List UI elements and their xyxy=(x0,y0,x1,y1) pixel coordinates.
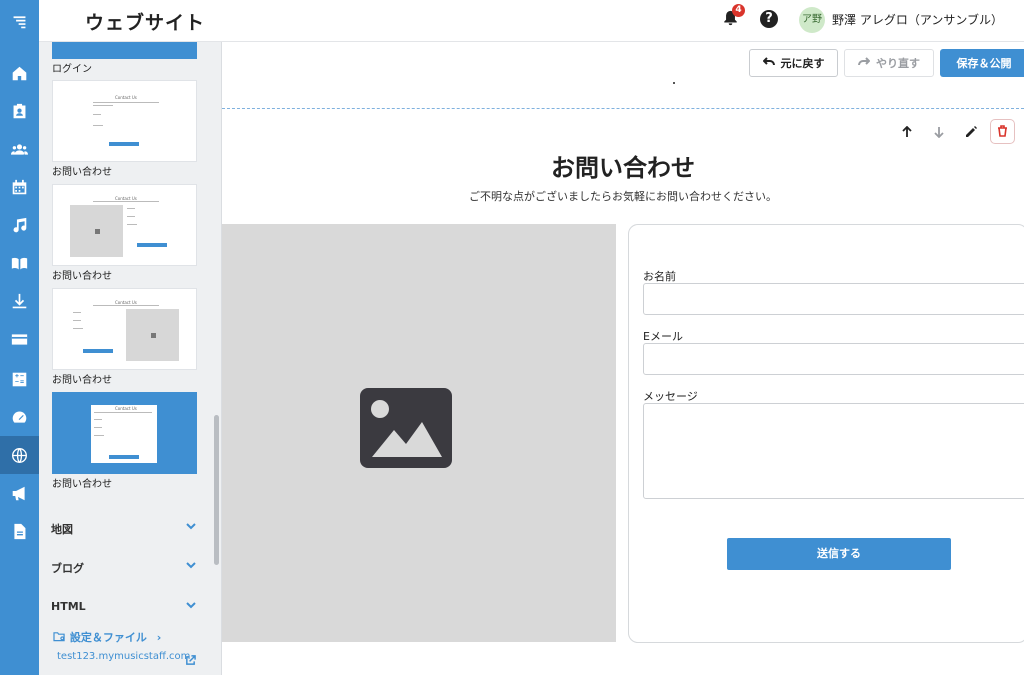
editor-canvas: 元に戻す やり直す 保存＆公開 お問い合わせ ご不明な点がございましたらお気軽に… xyxy=(222,42,1024,675)
home-icon[interactable] xyxy=(0,54,39,92)
category-html[interactable]: HTML xyxy=(51,600,197,613)
people-icon[interactable] xyxy=(0,130,39,168)
site-url-link[interactable]: test123.mymusicstaff.com xyxy=(57,651,190,662)
thumb-title: Contact Us xyxy=(115,95,137,100)
block-thumbnail-contact-2[interactable]: Contact Us xyxy=(52,184,197,266)
save-publish-button[interactable]: 保存＆公開 xyxy=(940,49,1024,77)
logo-icon[interactable] xyxy=(0,2,39,40)
globe-icon[interactable] xyxy=(0,436,39,474)
redo-label: やり直す xyxy=(876,57,920,70)
icon-rail xyxy=(0,0,39,675)
undo-label: 元に戻す xyxy=(780,57,825,70)
megaphone-icon[interactable] xyxy=(0,474,39,512)
folder-settings-icon xyxy=(53,631,66,644)
category-blog[interactable]: ブログ xyxy=(51,560,197,576)
credit-card-icon[interactable] xyxy=(0,320,39,358)
redo-button[interactable]: やり直す xyxy=(844,49,934,77)
external-link-icon[interactable] xyxy=(185,651,196,665)
thumb-title: Contact Us xyxy=(115,406,137,411)
pencil-icon xyxy=(965,123,977,142)
message-label: メッセージ xyxy=(643,390,698,403)
block-thumbnail-contact-3[interactable]: Contact Us xyxy=(52,288,197,370)
undo-icon xyxy=(762,56,775,70)
trash-icon xyxy=(997,122,1008,141)
email-label: Eメール xyxy=(643,330,683,343)
help-icon[interactable]: ? xyxy=(760,10,778,28)
calculator-icon[interactable] xyxy=(0,360,39,398)
cursor-dot xyxy=(673,82,675,84)
block-thumbnail-login[interactable] xyxy=(52,42,197,59)
undo-button[interactable]: 元に戻す xyxy=(749,49,838,77)
category-label: ブログ xyxy=(51,562,84,575)
category-map[interactable]: 地図 xyxy=(51,521,197,537)
move-up-button[interactable] xyxy=(898,123,916,141)
move-down-button[interactable] xyxy=(930,123,948,141)
block-thumbnail-contact-4[interactable]: Contact Us xyxy=(52,392,197,474)
top-bar: ウェブサイト 4 ? ア野 野澤 アレグロ（アンサンブル） xyxy=(39,0,1024,42)
block-label-login: ログイン xyxy=(52,64,92,75)
block-label-contact-3: お問い合わせ xyxy=(52,375,112,386)
name-field[interactable] xyxy=(643,283,1024,315)
section-heading[interactable]: お問い合わせ xyxy=(222,148,1024,183)
arrow-down-icon xyxy=(933,123,945,142)
image-placeholder[interactable] xyxy=(222,224,616,642)
notifications-button[interactable]: 4 xyxy=(723,4,745,30)
page-title: ウェブサイト xyxy=(85,12,206,34)
block-label-contact-4: お問い合わせ xyxy=(52,479,112,490)
document-icon[interactable] xyxy=(0,512,39,550)
edit-button[interactable] xyxy=(962,123,980,141)
book-icon[interactable] xyxy=(0,244,39,282)
message-field[interactable] xyxy=(643,403,1024,499)
music-note-icon[interactable] xyxy=(0,206,39,244)
chevron-down-icon xyxy=(185,520,197,532)
chevron-down-icon xyxy=(185,599,197,611)
chevron-right-icon: › xyxy=(156,631,162,644)
name-label: お名前 xyxy=(643,270,676,283)
section-subheading[interactable]: ご不明な点がございましたらお気軽にお問い合わせください。 xyxy=(222,188,1024,204)
block-sidebar: ログイン Contact Us お問い合わせ Contact Us お問い合わせ… xyxy=(39,42,222,675)
delete-section-button[interactable] xyxy=(990,119,1015,144)
settings-files-link[interactable]: 設定＆ファイル › xyxy=(53,629,161,645)
contact-card-icon[interactable] xyxy=(0,92,39,130)
app-root: ウェブサイト 4 ? ア野 野澤 アレグロ（アンサンブル） ログイン Conta… xyxy=(0,0,1024,675)
block-label-contact-2: お問い合わせ xyxy=(52,271,112,282)
section-divider xyxy=(222,108,1024,109)
submit-button[interactable]: 送信する xyxy=(727,538,951,570)
calendar-icon[interactable] xyxy=(0,168,39,206)
email-field[interactable] xyxy=(643,343,1024,375)
download-icon[interactable] xyxy=(0,282,39,320)
block-thumbnail-contact-1[interactable]: Contact Us xyxy=(52,80,197,162)
block-label-contact-1: お問い合わせ xyxy=(52,167,112,178)
category-label: 地図 xyxy=(51,523,73,536)
contact-form: お名前 Eメール メッセージ 送信する xyxy=(628,224,1024,643)
image-icon xyxy=(360,388,452,468)
user-name[interactable]: 野澤 アレグロ（アンサンブル） xyxy=(832,11,1003,28)
chevron-down-icon xyxy=(185,559,197,571)
avatar[interactable]: ア野 xyxy=(799,7,825,33)
notification-badge: 4 xyxy=(732,4,745,17)
settings-files-label: 設定＆ファイル xyxy=(69,631,147,644)
category-label: HTML xyxy=(51,600,86,613)
sidebar-scrollbar[interactable] xyxy=(214,415,219,565)
arrow-up-icon xyxy=(901,123,913,142)
dashboard-icon[interactable] xyxy=(0,398,39,436)
redo-icon xyxy=(858,56,871,70)
